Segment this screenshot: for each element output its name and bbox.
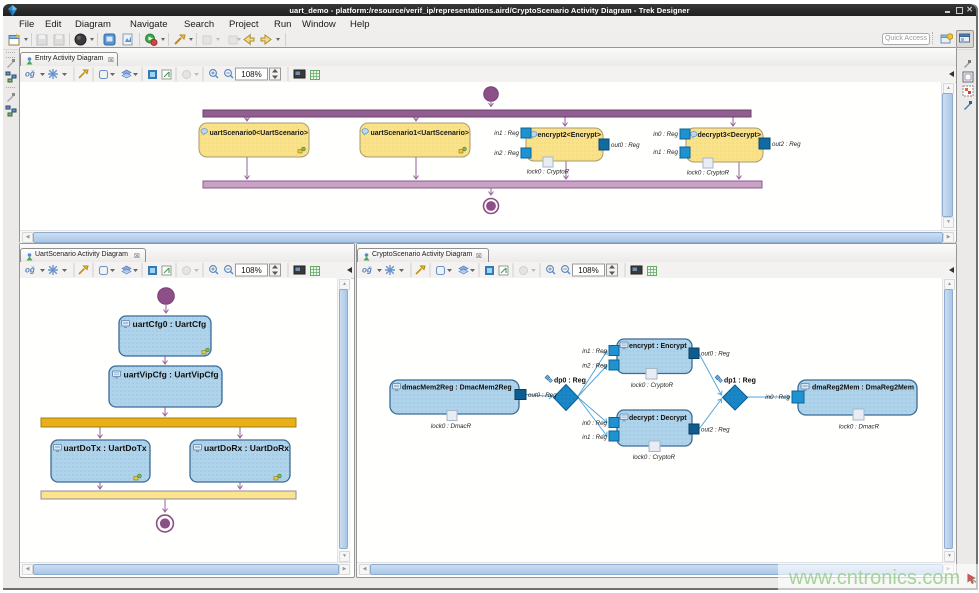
- svg-text:in0 : Reg: in0 : Reg: [582, 420, 607, 427]
- svg-text:decrypt : Decrypt: decrypt : Decrypt: [629, 415, 687, 422]
- svg-text:uartScenario1<UartScenario>: uartScenario1<UartScenario>: [371, 130, 469, 137]
- svg-text:out2 : Reg: out2 : Reg: [701, 427, 730, 434]
- svg-text:lock0 : CryptoR: lock0 : CryptoR: [631, 382, 674, 389]
- svg-text:in0 : Reg: in0 : Reg: [765, 394, 790, 401]
- svg-text:in1 : Reg: in1 : Reg: [582, 348, 607, 355]
- svg-text:uartScenario0<UartScenario>: uartScenario0<UartScenario>: [210, 130, 308, 137]
- svg-text:encrypt2<Encrypt>: encrypt2<Encrypt>: [538, 132, 601, 139]
- svg-text:lock0 : CryptoR: lock0 : CryptoR: [633, 454, 676, 461]
- svg-text:uartCfg0 : UartCfg: uartCfg0 : UartCfg: [133, 319, 207, 329]
- svg-text:lock0 : DmacR: lock0 : DmacR: [839, 424, 880, 431]
- svg-text:dp0 : Reg: dp0 : Reg: [554, 378, 586, 385]
- svg-text:out0 : Reg: out0 : Reg: [611, 142, 640, 149]
- svg-text:in0 : Reg: in0 : Reg: [653, 131, 678, 138]
- svg-text:out0 : Reg: out0 : Reg: [701, 351, 730, 358]
- svg-text:dmacMem2Reg : DmacMem2Reg: dmacMem2Reg : DmacMem2Reg: [402, 385, 512, 392]
- svg-text:encrypt : Encrypt: encrypt : Encrypt: [629, 343, 687, 350]
- svg-text:uartVipCfg : UartVipCfg: uartVipCfg : UartVipCfg: [124, 369, 219, 379]
- svg-text:lock0 : CryptoR: lock0 : CryptoR: [687, 170, 730, 177]
- svg-text:lock0 : DmacR: lock0 : DmacR: [431, 423, 472, 430]
- svg-text:lock0 : CryptoR: lock0 : CryptoR: [527, 169, 570, 176]
- svg-text:dmaReg2Mem : DmaReg2Mem: dmaReg2Mem : DmaReg2Mem: [812, 385, 914, 392]
- svg-text:dp1 : Reg: dp1 : Reg: [724, 378, 756, 385]
- svg-text:out0 : Reg: out0 : Reg: [528, 392, 557, 399]
- svg-text:uartDoTx : UartDoTx: uartDoTx : UartDoTx: [64, 443, 147, 453]
- svg-text:uartDoRx : UartDoRx: uartDoRx : UartDoRx: [204, 443, 289, 453]
- svg-text:in2 : Reg: in2 : Reg: [582, 363, 607, 370]
- svg-text:in1 : Reg: in1 : Reg: [582, 434, 607, 441]
- svg-text:in1 : Reg: in1 : Reg: [494, 130, 519, 137]
- svg-text:in1 : Reg: in1 : Reg: [653, 149, 678, 156]
- svg-text:decrypt3<Decrypt>: decrypt3<Decrypt>: [698, 132, 761, 139]
- svg-text:out2 : Reg: out2 : Reg: [772, 141, 801, 148]
- svg-text:in2 : Reg: in2 : Reg: [494, 150, 519, 157]
